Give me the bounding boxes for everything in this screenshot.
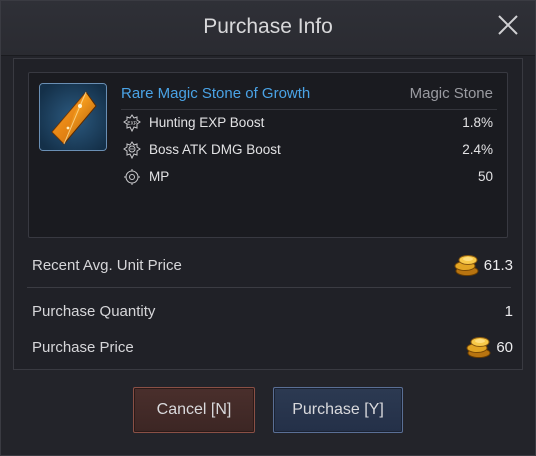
purchase-button[interactable]: Purchase [Y] xyxy=(273,387,403,433)
quantity-value: 1 xyxy=(504,303,513,320)
item-divider xyxy=(121,109,497,110)
exp-boost-icon: EXP xyxy=(123,114,141,133)
divider xyxy=(27,287,511,288)
stat-row-mp: MP 50 xyxy=(121,167,497,189)
stat-label: MP xyxy=(149,169,170,184)
recent-price-row: Recent Avg. Unit Price 61.3 xyxy=(27,249,513,281)
recent-price-label: Recent Avg. Unit Price xyxy=(32,257,182,274)
stat-value: 50 xyxy=(477,169,493,184)
item-name: Rare Magic Stone of Growth xyxy=(121,85,311,102)
cancel-button[interactable]: Cancel [N] xyxy=(133,387,255,433)
stat-value: 1.8% xyxy=(462,115,493,130)
svg-text:EXP: EXP xyxy=(127,121,137,127)
quantity-row: Purchase Quantity 1 xyxy=(27,295,513,327)
stat-row-boss-atk: Boss ATK DMG Boost 2.4% xyxy=(121,140,497,162)
item-type: Magic Stone xyxy=(409,85,493,102)
dialog-content: Rare Magic Stone of Growth Magic Stone E… xyxy=(13,58,523,370)
purchase-price-value: 60 xyxy=(496,339,513,356)
stat-value: 2.4% xyxy=(462,142,493,157)
close-icon[interactable] xyxy=(495,12,521,38)
dialog-titlebar: Purchase Info xyxy=(1,1,535,56)
dialog-title: Purchase Info xyxy=(203,15,333,38)
stat-label: Boss ATK DMG Boost xyxy=(149,142,281,157)
mp-icon xyxy=(123,168,141,186)
gold-coin-icon xyxy=(453,251,481,277)
quantity-label: Purchase Quantity xyxy=(32,303,156,320)
purchase-price-label: Purchase Price xyxy=(32,339,134,356)
item-panel: Rare Magic Stone of Growth Magic Stone E… xyxy=(28,72,508,238)
stat-label: Hunting EXP Boost xyxy=(149,115,265,130)
skull-boost-icon xyxy=(123,141,141,160)
stat-row-hunting-exp: EXP Hunting EXP Boost 1.8% xyxy=(121,113,497,135)
purchase-price-row: Purchase Price 60 xyxy=(27,331,513,363)
magic-stone-icon xyxy=(39,83,107,151)
recent-price-value: 61.3 xyxy=(483,257,513,274)
gold-coin-icon xyxy=(465,333,493,359)
purchase-info-dialog: Purchase Info Rare Magic Stone of Growth… xyxy=(0,0,536,456)
